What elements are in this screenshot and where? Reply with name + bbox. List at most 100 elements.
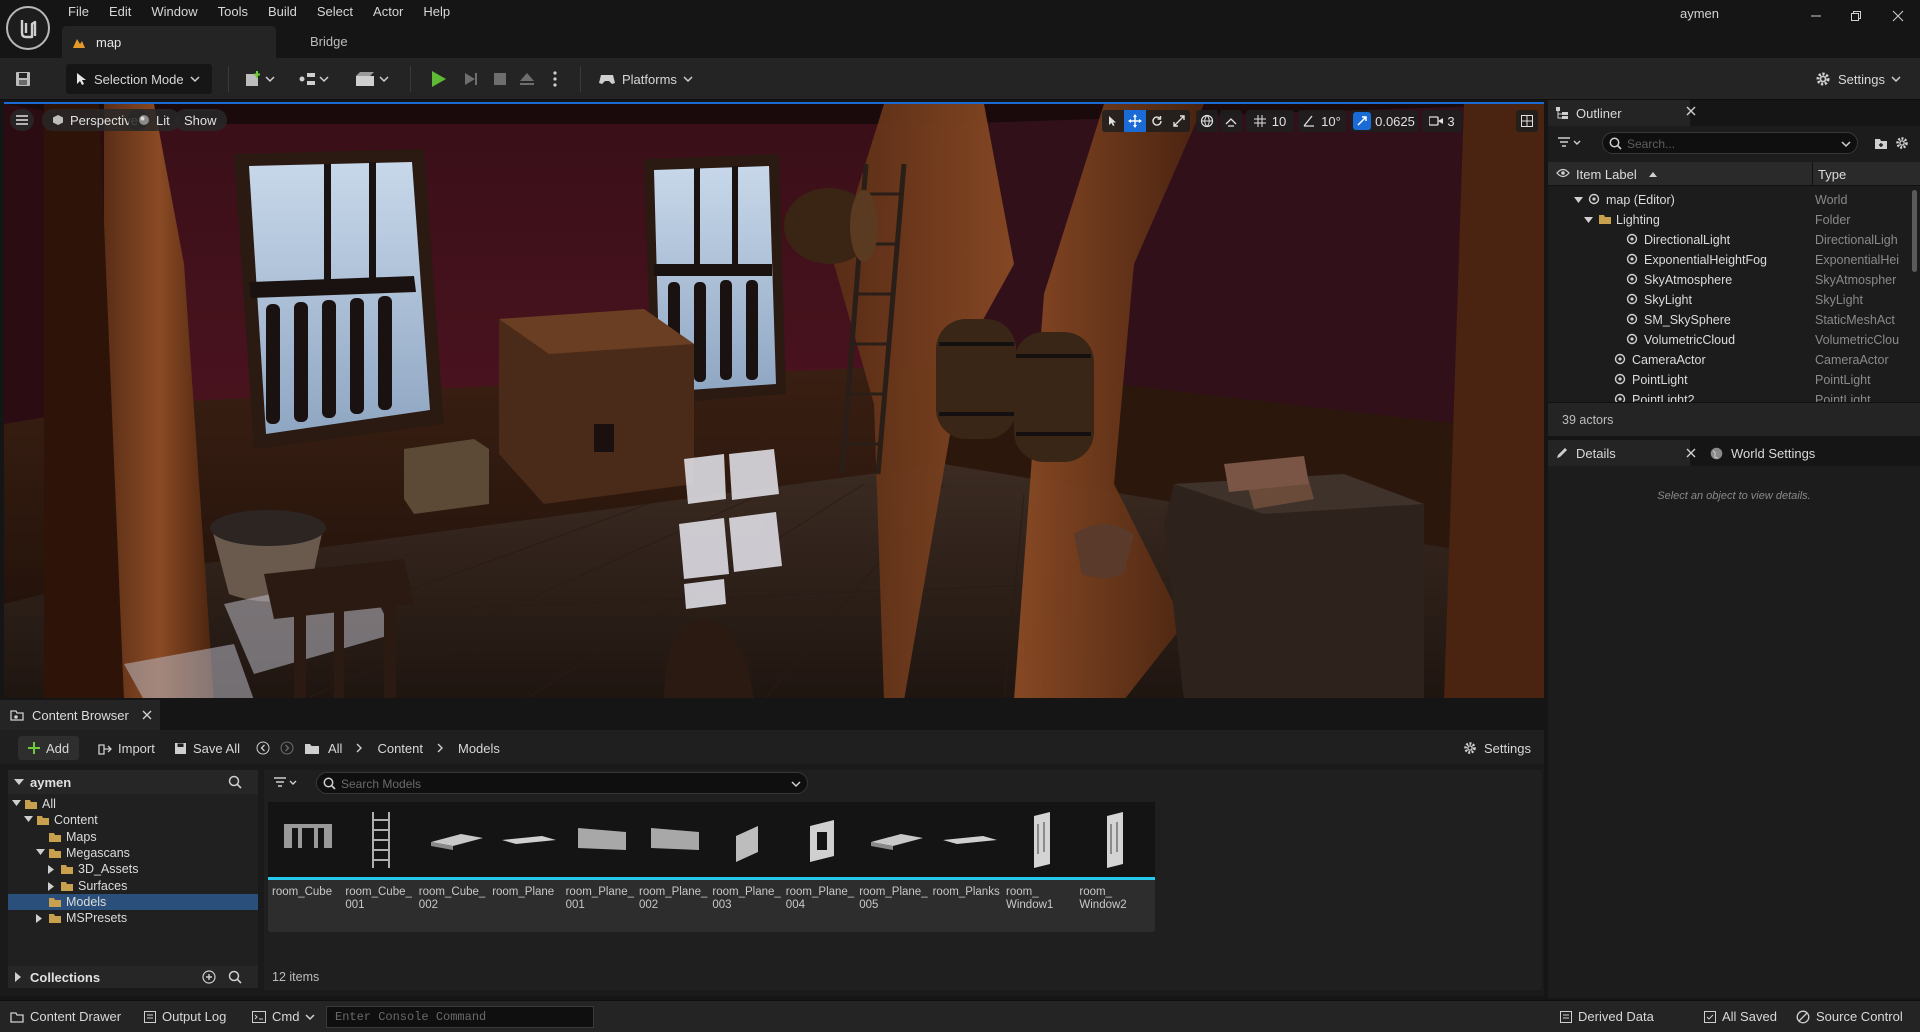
folder-tree-item[interactable]: 3D_Assets — [8, 861, 258, 877]
close-outliner-icon[interactable] — [1686, 106, 1696, 116]
rotate-tool-icon[interactable] — [1146, 110, 1168, 132]
folder-tree-item[interactable]: All — [8, 796, 258, 812]
chevron-down-icon[interactable] — [24, 816, 33, 823]
asset-tile[interactable]: room_Plane_ 002 — [635, 802, 715, 932]
collections-header[interactable]: Collections — [8, 966, 258, 988]
outliner-row[interactable]: SkyLight SkyLight — [1548, 290, 1920, 310]
tab-map[interactable]: map — [62, 26, 276, 58]
outliner-row[interactable]: SM_SkySphere StaticMeshAct — [1548, 310, 1920, 330]
menu-tools[interactable]: Tools — [208, 2, 258, 22]
translate-tool-icon[interactable] — [1124, 110, 1146, 132]
platforms-dropdown[interactable]: Platforms — [598, 64, 693, 94]
outliner-settings-icon[interactable] — [1894, 135, 1910, 151]
add-actor-button[interactable] — [244, 64, 278, 94]
menu-edit[interactable]: Edit — [99, 2, 141, 22]
asset-tile[interactable]: room_ Window1 — [1002, 802, 1082, 932]
surface-snap-icon[interactable] — [1220, 110, 1242, 132]
search-models-input[interactable]: Search Models — [316, 772, 808, 794]
outliner-row[interactable]: map (Editor) World — [1548, 190, 1920, 210]
import-button[interactable]: Import — [98, 736, 155, 760]
search-icon[interactable] — [228, 970, 242, 984]
outliner-row[interactable]: SkyAtmosphere SkyAtmospher — [1548, 270, 1920, 290]
outliner-row[interactable]: Lighting Folder — [1548, 210, 1920, 230]
tab-bridge[interactable]: Bridge — [290, 26, 368, 58]
viewport-options-button[interactable] — [10, 109, 34, 131]
filter-icon[interactable] — [1558, 136, 1584, 150]
outliner-row[interactable]: PointLight PointLight — [1548, 370, 1920, 390]
outliner-row[interactable]: DirectionalLight DirectionalLigh — [1548, 230, 1920, 250]
folder-tree-item[interactable]: MSPresets — [8, 910, 258, 926]
chevron-right-icon[interactable] — [48, 865, 55, 875]
blueprints-button[interactable] — [298, 64, 332, 94]
asset-tile[interactable]: room_ Window2 — [1075, 802, 1156, 932]
visibility-eye-icon[interactable] — [1556, 168, 1570, 178]
rotation-snap-toggle[interactable]: 10° — [1298, 110, 1346, 132]
grid-snap-toggle[interactable]: 10 — [1246, 110, 1294, 132]
menu-window[interactable]: Window — [141, 2, 207, 22]
selection-mode-dropdown[interactable]: Selection Mode — [66, 64, 212, 94]
menu-actor[interactable]: Actor — [363, 2, 413, 22]
camera-speed-button[interactable]: 3 — [1422, 110, 1462, 132]
show-button[interactable]: Show — [174, 109, 227, 131]
settings-dropdown[interactable]: Settings — [1814, 64, 1901, 94]
breadcrumb-all[interactable]: All — [328, 741, 342, 756]
asset-tile[interactable]: room_Plane_ 005 — [855, 802, 936, 932]
scene-render[interactable] — [4, 104, 1544, 698]
add-folder-icon[interactable] — [1874, 136, 1888, 150]
viewport-layout-icon[interactable] — [1516, 110, 1538, 132]
asset-tile[interactable]: room_Plane_ 004 — [781, 802, 862, 932]
chevron-right-icon[interactable] — [36, 914, 43, 924]
cinematics-button[interactable] — [354, 64, 392, 94]
play-options-menu-icon[interactable] — [552, 64, 558, 94]
stop-button[interactable] — [492, 64, 508, 94]
minimize-button[interactable] — [1796, 2, 1836, 30]
asset-tile[interactable]: room_Cube — [268, 802, 348, 932]
asset-filter-icon[interactable] — [274, 776, 300, 790]
content-browser-settings-button[interactable]: Settings — [1462, 736, 1531, 760]
type-column[interactable]: Type — [1818, 167, 1846, 182]
unreal-logo-icon[interactable] — [6, 6, 50, 50]
folder-tree-item[interactable]: Models — [8, 893, 258, 910]
world-settings-tab[interactable]: World Settings — [1702, 440, 1872, 466]
close-window-button[interactable] — [1878, 2, 1918, 30]
asset-tile[interactable]: room_Planks — [928, 802, 1009, 932]
outliner-row[interactable]: CameraActor CameraActor — [1548, 350, 1920, 370]
output-log-button[interactable]: Output Log — [144, 1009, 226, 1024]
close-content-browser-icon[interactable] — [142, 710, 152, 720]
cmd-dropdown[interactable]: Cmd — [252, 1009, 315, 1024]
menu-file[interactable]: File — [58, 2, 99, 22]
scale-tool-icon[interactable] — [1168, 110, 1190, 132]
advance-frame-button[interactable] — [462, 64, 480, 94]
history-forward-button[interactable] — [280, 736, 294, 760]
chevron-down-icon[interactable] — [1584, 217, 1593, 224]
menu-help[interactable]: Help — [413, 2, 460, 22]
folder-tree-item[interactable]: Surfaces — [8, 878, 258, 894]
outliner-tab[interactable]: Outliner — [1548, 100, 1696, 126]
history-back-button[interactable] — [256, 736, 270, 760]
menu-select[interactable]: Select — [307, 2, 363, 22]
console-command-input[interactable]: Enter Console Command — [326, 1006, 594, 1028]
all-saved-button[interactable]: All Saved — [1704, 1009, 1777, 1024]
derived-data-button[interactable]: Derived Data — [1560, 1009, 1654, 1024]
content-drawer-button[interactable]: Content Drawer — [10, 1009, 121, 1024]
menu-build[interactable]: Build — [258, 2, 307, 22]
world-space-icon[interactable] — [1196, 110, 1218, 132]
asset-tile[interactable]: room_Plane — [488, 802, 569, 932]
lit-button[interactable]: Lit — [128, 109, 180, 131]
asset-tile[interactable]: room_Plane_ 001 — [561, 802, 642, 932]
save-all-button[interactable]: Save All — [174, 736, 240, 760]
sources-header[interactable]: aymen — [8, 770, 258, 794]
search-icon[interactable] — [228, 775, 242, 789]
select-tool-icon[interactable] — [1102, 110, 1124, 132]
restore-button[interactable] — [1836, 2, 1876, 30]
source-control-button[interactable]: Source Control — [1796, 1009, 1903, 1024]
folder-tree-item[interactable]: Megascans — [8, 845, 258, 861]
chevron-down-icon[interactable] — [36, 848, 45, 856]
folder-icon[interactable] — [304, 736, 320, 760]
outliner-scrollbar[interactable] — [1912, 190, 1917, 272]
content-browser-tab[interactable]: Content Browser — [0, 700, 160, 730]
play-button[interactable] — [428, 64, 448, 94]
folder-tree-item[interactable]: Maps — [8, 829, 258, 845]
item-label-column[interactable]: Item Label — [1576, 167, 1637, 182]
asset-tile[interactable]: room_Cube_ 002 — [414, 802, 495, 932]
